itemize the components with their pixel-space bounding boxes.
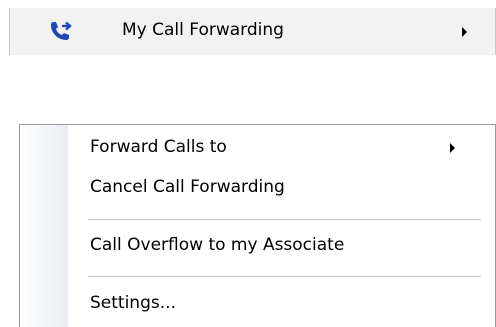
menu-item-label: Forward Calls to xyxy=(90,137,227,157)
menu-gutter xyxy=(20,125,68,327)
menu-item-cancel-call-forwarding[interactable]: Cancel Call Forwarding xyxy=(90,177,485,197)
submenu-arrow-icon xyxy=(462,27,467,37)
menu-item-call-overflow-to-associate[interactable]: Call Overflow to my Associate xyxy=(90,235,485,255)
menu-item-my-call-forwarding[interactable]: My Call Forwarding xyxy=(9,8,496,55)
call-forwarding-icon xyxy=(48,19,74,43)
menu-separator xyxy=(88,276,481,277)
menu-item-settings[interactable]: Settings... xyxy=(90,293,485,313)
menu-item-label: Settings... xyxy=(90,293,176,313)
menu-item-label: Call Overflow to my Associate xyxy=(90,235,345,255)
menu-item-forward-calls-to[interactable]: Forward Calls to xyxy=(90,137,485,157)
menu-item-label: My Call Forwarding xyxy=(122,20,284,40)
menu-separator xyxy=(88,219,481,220)
menu-item-label: Cancel Call Forwarding xyxy=(90,177,285,197)
call-forwarding-submenu: Forward Calls to Cancel Call Forwarding … xyxy=(19,124,496,327)
submenu-arrow-icon xyxy=(450,143,455,153)
